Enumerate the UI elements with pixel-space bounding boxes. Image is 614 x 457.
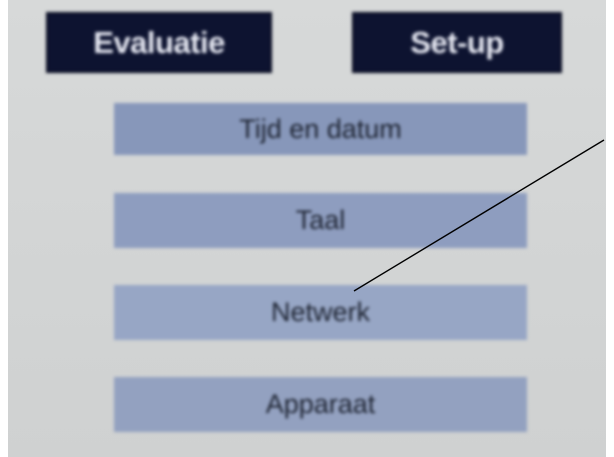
menu-button-netwerk[interactable]: Netwerk bbox=[114, 285, 527, 340]
tab-evaluatie[interactable]: Evaluatie bbox=[46, 12, 272, 73]
tab-setup[interactable]: Set-up bbox=[352, 12, 562, 73]
menu-button-tijd-en-datum[interactable]: Tijd en datum bbox=[114, 103, 527, 155]
menu-button-label: Taal bbox=[295, 205, 346, 235]
menu-button-apparaat[interactable]: Apparaat bbox=[114, 377, 527, 432]
menu-button-label: Apparaat bbox=[265, 389, 376, 419]
menu-button-label: Netwerk bbox=[270, 297, 371, 327]
tab-evaluatie-label: Evaluatie bbox=[93, 24, 225, 60]
device-screen: Evaluatie Set-up Tijd en datum Taal Netw… bbox=[8, 0, 606, 457]
tab-setup-label: Set-up bbox=[410, 24, 504, 60]
menu-button-taal[interactable]: Taal bbox=[114, 193, 527, 248]
device-screen-photo: Evaluatie Set-up Tijd en datum Taal Netw… bbox=[0, 0, 614, 457]
menu-button-label: Tijd en datum bbox=[239, 113, 402, 144]
